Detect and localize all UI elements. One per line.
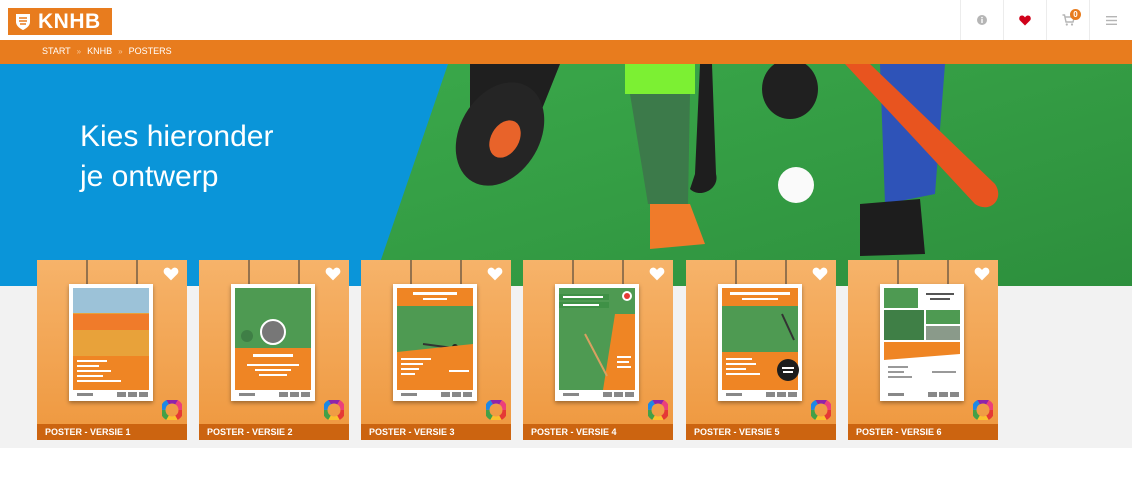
breadcrumb-posters[interactable]: POSTERS: [129, 46, 172, 56]
poster-label-3: POSTER - VERSIE 3: [361, 424, 511, 440]
menu-button[interactable]: [1089, 0, 1132, 40]
brand-name: KNHB: [38, 9, 101, 33]
hero-heading: Kies hieronder je ontwerp: [80, 117, 380, 197]
poster-label-6: POSTER - VERSIE 6: [848, 424, 998, 440]
shield-icon: [14, 12, 32, 32]
chevron-right-icon: »: [118, 46, 123, 56]
hero-heading-line-2: je ontwerp: [80, 160, 219, 193]
header-actions: 0: [960, 0, 1132, 40]
heart-icon[interactable]: [974, 267, 990, 281]
poster-card-5[interactable]: POSTER - VERSIE 5: [686, 260, 836, 440]
knhb-logo[interactable]: KNHB: [8, 8, 112, 35]
color-wheel-icon[interactable]: [162, 400, 182, 420]
cart-count-badge: 0: [1070, 9, 1081, 20]
heart-icon[interactable]: [325, 267, 341, 281]
breadcrumb-bar: START » KNHB » POSTERS: [0, 40, 1132, 64]
poster-label-2: POSTER - VERSIE 2: [199, 424, 349, 440]
poster-label-1: POSTER - VERSIE 1: [37, 424, 187, 440]
color-wheel-icon[interactable]: [648, 400, 668, 420]
poster-thumbnail-2: [231, 284, 315, 401]
color-wheel-icon[interactable]: [324, 400, 344, 420]
top-bar: KNHB 0: [0, 0, 1132, 40]
poster-thumbnail-1: [69, 284, 153, 401]
poster-card-1[interactable]: POSTER - VERSIE 1: [37, 260, 187, 440]
poster-card-3[interactable]: POSTER - VERSIE 3: [361, 260, 511, 440]
hero-banner: Kies hieronder je ontwerp: [0, 64, 1132, 286]
heart-icon[interactable]: [812, 267, 828, 281]
heart-icon[interactable]: [649, 267, 665, 281]
poster-thumbnail-4: [555, 284, 639, 401]
hero-heading-line-1: Kies hieronder: [80, 120, 274, 153]
breadcrumb-knhb[interactable]: KNHB: [87, 46, 112, 56]
favorites-button[interactable]: [1003, 0, 1046, 40]
cart-button[interactable]: 0: [1046, 0, 1089, 40]
poster-thumbnail-5: [718, 284, 802, 401]
poster-thumbnail-6: [880, 284, 964, 401]
menu-icon: [1105, 15, 1117, 25]
breadcrumb-start[interactable]: START: [42, 46, 71, 56]
poster-card-2[interactable]: POSTER - VERSIE 2: [199, 260, 349, 440]
breadcrumb: START » KNHB » POSTERS: [42, 46, 172, 56]
poster-label-4: POSTER - VERSIE 4: [523, 424, 673, 440]
poster-card-4[interactable]: POSTER - VERSIE 4: [523, 260, 673, 440]
poster-card-6[interactable]: POSTER - VERSIE 6: [848, 260, 998, 440]
poster-label-5: POSTER - VERSIE 5: [686, 424, 836, 440]
heart-icon: [1019, 15, 1031, 25]
color-wheel-icon[interactable]: [973, 400, 993, 420]
heart-icon[interactable]: [163, 267, 179, 281]
heart-icon[interactable]: [487, 267, 503, 281]
color-wheel-icon[interactable]: [811, 400, 831, 420]
info-icon: [977, 15, 987, 25]
color-wheel-icon[interactable]: [486, 400, 506, 420]
info-button[interactable]: [960, 0, 1003, 40]
chevron-right-icon: »: [76, 46, 82, 56]
poster-thumbnail-3: [393, 284, 477, 401]
